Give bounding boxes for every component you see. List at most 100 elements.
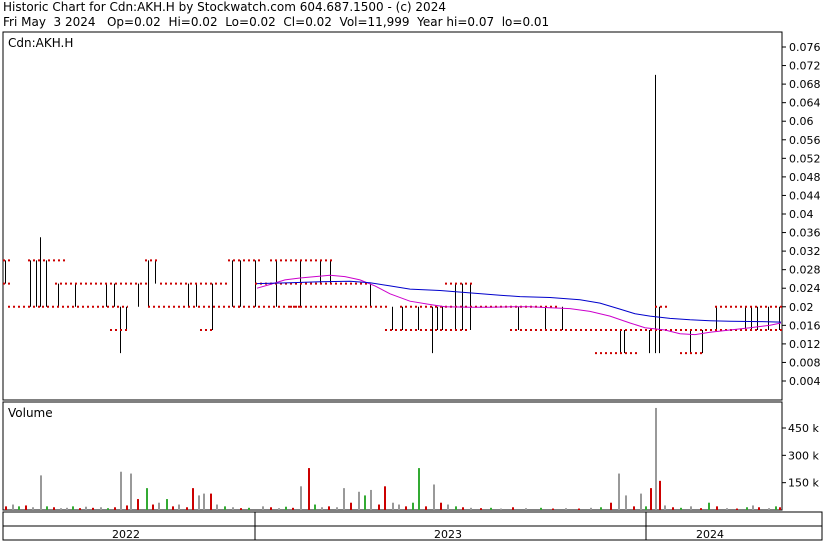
- volume-bar: [92, 507, 94, 510]
- volume-panel-label: Volume: [8, 406, 53, 420]
- volume-bar: [364, 495, 366, 510]
- volume-bar: [343, 488, 345, 510]
- volume-tick-label: 150 k: [788, 477, 819, 490]
- volume-bar: [618, 473, 620, 510]
- volume-bar: [72, 506, 74, 510]
- volume-bar: [198, 495, 200, 510]
- volume-bar: [60, 508, 62, 510]
- year-label-2024: 2024: [696, 528, 724, 541]
- volume-axis: 150 k 300 k 450 k: [782, 422, 819, 490]
- volume-bar: [285, 506, 287, 510]
- volume-bar: [625, 495, 627, 510]
- volume-bar: [578, 508, 580, 510]
- volume-bar: [405, 506, 407, 510]
- volume-bar: [680, 507, 682, 510]
- volume-tick-label: 450 k: [788, 422, 819, 435]
- volume-bar: [664, 505, 666, 510]
- volume-panel: [2, 401, 783, 511]
- volume-bar: [336, 507, 338, 510]
- volume-bar: [292, 507, 294, 510]
- volume-bar: [610, 502, 612, 510]
- volume-bar: [700, 508, 702, 510]
- volume-bar: [350, 502, 352, 510]
- volume-bar: [53, 507, 55, 510]
- volume-bar: [328, 506, 330, 510]
- volume-bar: [672, 507, 674, 510]
- volume-bar: [768, 508, 770, 510]
- volume-bar: [600, 507, 602, 510]
- volume-bar: [726, 508, 728, 510]
- volume-bar: [398, 504, 400, 510]
- volume-bar: [645, 506, 647, 510]
- volume-bar: [166, 499, 168, 510]
- volume-bar: [462, 507, 464, 510]
- volume-bar: [308, 468, 310, 510]
- volume-bar: [412, 502, 414, 510]
- price-panel-label: Cdn:AKH.H: [8, 36, 73, 50]
- volume-bar: [525, 508, 527, 510]
- volume-bar: [590, 507, 592, 510]
- price-tick-label: 0.036: [789, 227, 821, 240]
- volume-bar: [433, 484, 435, 510]
- price-tick-label: 0.076: [789, 41, 821, 54]
- volume-bar: [314, 504, 316, 510]
- volume-bar: [758, 507, 760, 510]
- volume-bar: [152, 504, 154, 510]
- volume-bar: [126, 505, 128, 510]
- stockwatch-chart: Historic Chart for Cdn:AKH.H by Stockwat…: [0, 0, 830, 543]
- volume-bar: [552, 508, 554, 510]
- volume-bar: [120, 471, 122, 510]
- volume-bar: [690, 506, 692, 510]
- volume-bar: [716, 506, 718, 510]
- volume-bar: [32, 507, 34, 510]
- volume-bar: [779, 507, 781, 510]
- volume-tick-label: 300 k: [788, 449, 819, 462]
- volume-bar: [565, 508, 567, 510]
- volume-bar: [270, 507, 272, 510]
- volume-bar: [746, 507, 748, 510]
- volume-bar: [224, 506, 226, 510]
- volume-bar: [66, 507, 68, 510]
- price-tick-label: 0.032: [789, 245, 821, 258]
- price-tick-label: 0.04: [789, 208, 814, 221]
- price-tick-label: 0.064: [789, 97, 821, 110]
- volume-bar: [447, 504, 449, 510]
- price-tick-label: 0.06: [789, 115, 814, 128]
- volume-bar: [470, 507, 472, 510]
- price-tick-label: 0.012: [789, 338, 821, 351]
- price-tick-label: 0.028: [789, 264, 821, 277]
- volume-bar: [655, 407, 657, 510]
- volume-bar: [640, 493, 642, 510]
- volume-bar: [633, 506, 635, 510]
- volume-bar: [248, 507, 250, 510]
- price-tick-label: 0.072: [789, 60, 821, 73]
- volume-bar: [240, 508, 242, 510]
- volume-bar: [512, 507, 514, 510]
- volume-bar: [216, 504, 218, 510]
- chart-svg: Cdn:AKH.H 0.0040.0080.0120.0160.020.0240…: [2, 31, 823, 541]
- volume-bar: [178, 504, 180, 510]
- volume-bar: [300, 486, 302, 510]
- price-tick-label: 0.056: [789, 134, 821, 147]
- volume-bar: [137, 499, 139, 510]
- price-tick-label: 0.02: [789, 301, 814, 314]
- volume-bar: [540, 507, 542, 510]
- volume-bar: [85, 506, 87, 510]
- volume-bar: [650, 488, 652, 510]
- volume-bar: [40, 475, 42, 510]
- price-tick-label: 0.048: [789, 171, 821, 184]
- volume-bar: [114, 507, 116, 510]
- volume-bar: [490, 507, 492, 510]
- volume-bar: [659, 480, 661, 510]
- volume-bar: [186, 507, 188, 510]
- volume-bar: [384, 486, 386, 510]
- volume-bar: [146, 488, 148, 510]
- volume-bar: [262, 506, 264, 510]
- price-tick-label: 0.004: [789, 375, 821, 388]
- volume-bar: [392, 502, 394, 510]
- volume-bar: [192, 488, 194, 510]
- volume-bar: [107, 508, 109, 510]
- volume-bar: [12, 504, 14, 510]
- volume-bar: [736, 508, 738, 510]
- volume-bar: [440, 502, 442, 510]
